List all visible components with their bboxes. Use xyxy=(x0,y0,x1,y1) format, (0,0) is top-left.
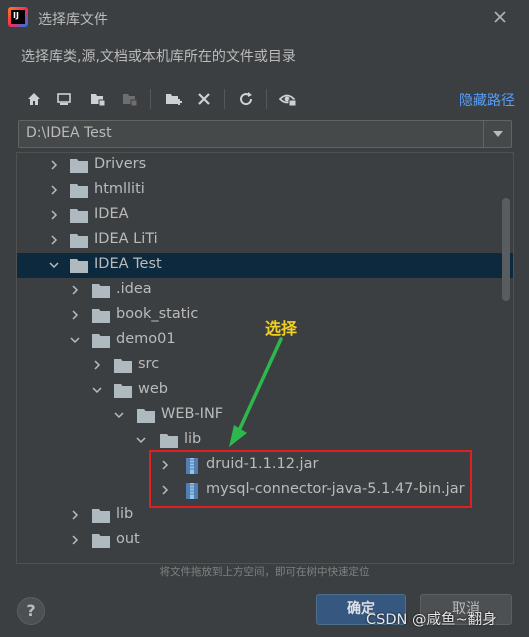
desktop-icon xyxy=(57,93,71,105)
title-bar: IJ 选择库文件 xyxy=(0,0,529,36)
chevron-right-icon[interactable] xyxy=(69,534,81,546)
home-icon xyxy=(28,93,40,105)
chevron-down-icon[interactable] xyxy=(113,409,125,421)
chevron-right-icon[interactable] xyxy=(91,359,103,371)
tree-scrollbar-thumb[interactable] xyxy=(502,198,510,301)
new-folder-button[interactable] xyxy=(162,87,186,111)
tree-row[interactable]: Drivers xyxy=(17,153,513,178)
chevron-down-icon[interactable] xyxy=(91,384,103,396)
file-chooser-toolbar: 隐藏路径 xyxy=(20,86,515,112)
chevron-right-icon[interactable] xyxy=(69,509,81,521)
tree-item-label: lib xyxy=(116,506,134,522)
folder-icon xyxy=(70,184,88,198)
chevron-down-icon xyxy=(492,131,503,137)
drag-drop-hint: 将文件拖放到上方空间，即可在树中快速定位 xyxy=(159,566,370,578)
tree-row[interactable]: out xyxy=(17,528,513,553)
desktop-button[interactable] xyxy=(52,87,76,111)
tree-item-label: web xyxy=(138,381,168,397)
folder-icon xyxy=(70,159,88,173)
folder-icon xyxy=(92,534,110,548)
tree-item-label: out xyxy=(116,531,140,547)
path-combo-box[interactable]: D:\IDEA Test xyxy=(18,120,512,148)
tree-item-label: WEB-INF xyxy=(161,406,224,422)
tree-item-label: book_static xyxy=(116,306,199,322)
new-folder-icon xyxy=(166,94,182,105)
delete-button[interactable] xyxy=(192,87,216,111)
chevron-right-icon[interactable] xyxy=(48,209,60,221)
path-input[interactable]: D:\IDEA Test xyxy=(26,125,112,141)
tree-item-label: .idea xyxy=(116,281,152,297)
module-icon xyxy=(123,94,138,107)
folder-icon xyxy=(92,509,110,523)
folder-icon xyxy=(92,309,110,323)
chevron-right-icon[interactable] xyxy=(48,184,60,196)
tree-row[interactable]: .idea xyxy=(17,278,513,303)
folder-icon xyxy=(92,334,110,348)
hide-path-link[interactable]: 隐藏路径 xyxy=(459,90,515,110)
tree-row[interactable]: IDEA LiTi xyxy=(17,228,513,253)
tree-item-label: src xyxy=(138,356,160,372)
delete-icon xyxy=(198,93,210,105)
dialog-description: 选择库类,源,文档或本机库所在的文件或目录 xyxy=(21,49,296,65)
chevron-down-icon[interactable] xyxy=(135,434,147,446)
tree-row[interactable]: htmlliti xyxy=(17,178,513,203)
folder-icon xyxy=(114,359,132,373)
refresh-icon xyxy=(240,92,253,106)
combo-dropdown-button[interactable] xyxy=(483,121,511,147)
toolbar-separator xyxy=(266,89,267,109)
tree-item-label: htmlliti xyxy=(94,181,145,197)
tree-item-label: Drivers xyxy=(94,156,147,172)
close-button[interactable] xyxy=(491,7,509,27)
annotation-arrow-icon xyxy=(229,337,283,447)
tree-item-label: IDEA xyxy=(94,206,129,222)
home-button[interactable] xyxy=(22,87,46,111)
folder-icon xyxy=(160,434,178,448)
help-button[interactable]: ? xyxy=(17,597,45,625)
show-hidden-icon xyxy=(279,94,297,107)
chevron-right-icon[interactable] xyxy=(48,234,60,246)
module-button[interactable] xyxy=(118,87,142,111)
close-icon xyxy=(494,11,506,23)
selection-highlight-box xyxy=(149,450,472,508)
chevron-right-icon[interactable] xyxy=(69,284,81,296)
folder-icon xyxy=(92,284,110,298)
tree-item-label: IDEA Test xyxy=(94,256,162,272)
project-button[interactable] xyxy=(86,87,110,111)
folder-icon xyxy=(114,384,132,398)
folder-icon xyxy=(70,234,88,248)
folder-icon xyxy=(70,209,88,223)
project-icon xyxy=(91,94,106,107)
tree-row[interactable]: IDEA xyxy=(17,203,513,228)
chevron-right-icon[interactable] xyxy=(48,159,60,171)
show-hidden-button[interactable] xyxy=(276,87,300,111)
folder-icon xyxy=(70,259,88,273)
tree-item-label: IDEA LiTi xyxy=(94,231,158,247)
chevron-down-icon[interactable] xyxy=(69,334,81,346)
chevron-down-icon[interactable] xyxy=(48,259,60,271)
window-title: 选择库文件 xyxy=(38,12,108,28)
watermark-text: CSDN @咸鱼~翻身 xyxy=(366,612,497,628)
folder-icon xyxy=(137,409,155,423)
refresh-button[interactable] xyxy=(234,87,258,111)
chevron-right-icon[interactable] xyxy=(69,309,81,321)
intellij-idea-icon: IJ xyxy=(8,7,28,27)
tree-row-selected[interactable]: IDEA Test xyxy=(17,253,513,278)
tree-item-label: lib xyxy=(184,431,202,447)
tree-item-label: demo01 xyxy=(116,331,176,347)
toolbar-separator xyxy=(224,89,225,109)
toolbar-separator xyxy=(150,89,151,109)
